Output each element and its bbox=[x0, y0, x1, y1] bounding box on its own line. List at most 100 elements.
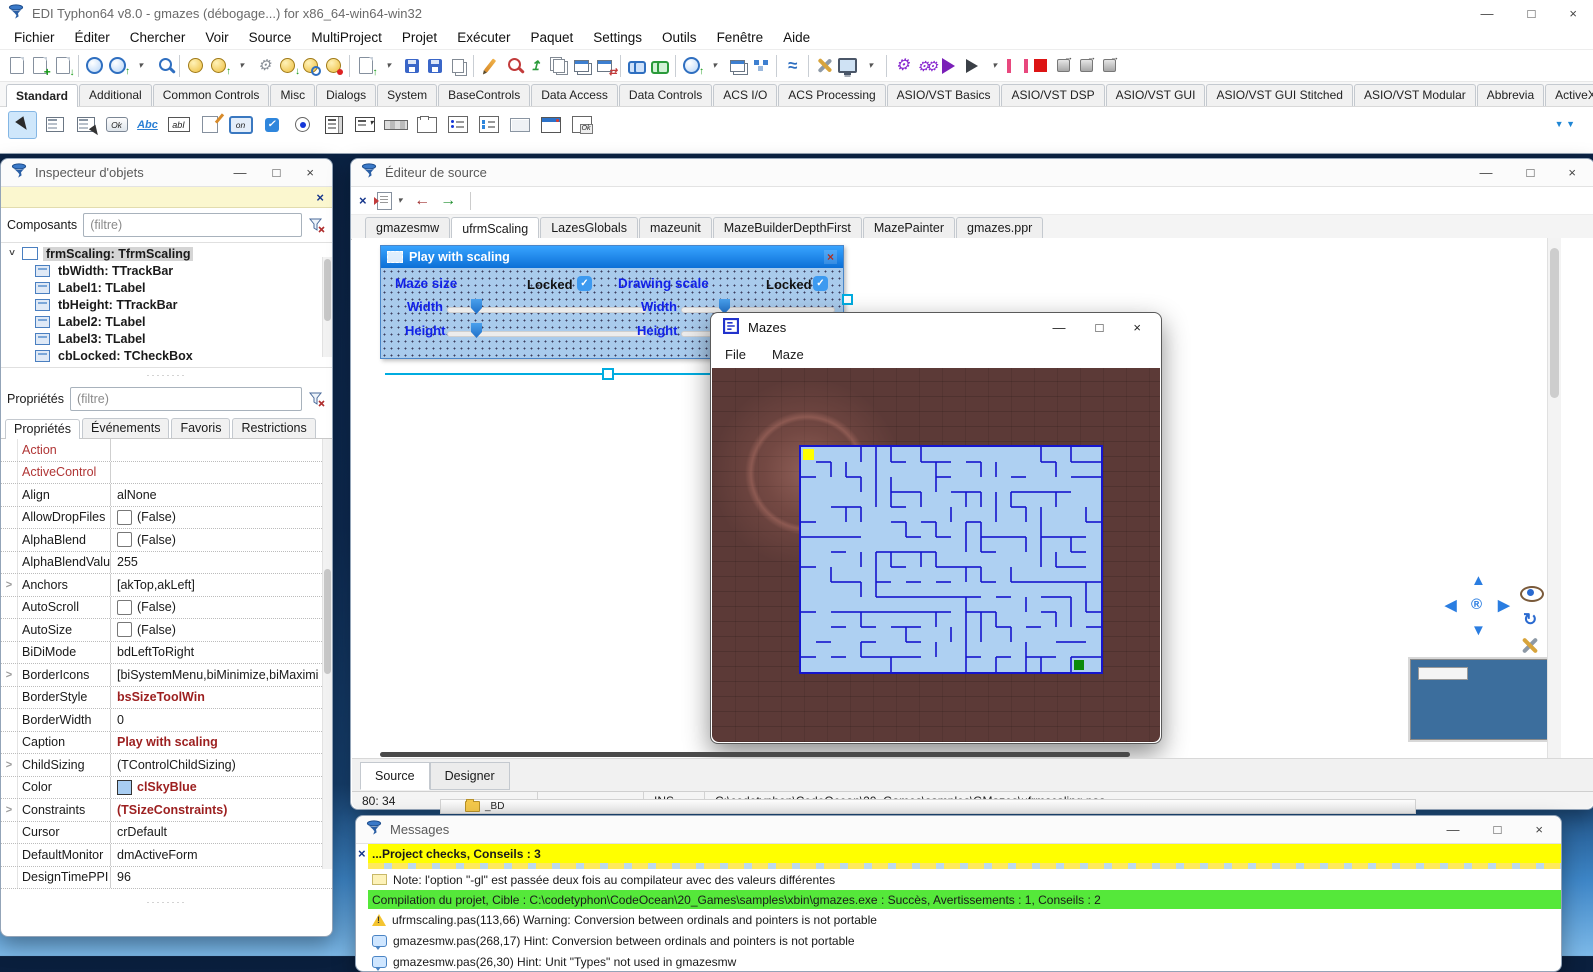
refresh-icon[interactable]: ↻ bbox=[1523, 610, 1537, 630]
expand-arrow-icon[interactable]: > bbox=[1, 754, 18, 776]
dock-close-icon[interactable]: × bbox=[359, 193, 367, 208]
property-value[interactable]: (TSizeConstraints) bbox=[111, 799, 332, 821]
minimize-icon[interactable]: — bbox=[1480, 166, 1493, 179]
property-row[interactable]: Action bbox=[1, 439, 332, 462]
message-row[interactable]: Note: l'option "-gl" est passée deux foi… bbox=[368, 869, 1561, 890]
inspector-tab-restrictions[interactable]: Restrictions bbox=[232, 418, 315, 438]
maximize-icon[interactable]: □ bbox=[273, 166, 281, 179]
cursor-tool-icon[interactable] bbox=[8, 111, 37, 139]
selection-resize-handle[interactable] bbox=[842, 294, 853, 305]
message-row[interactable]: ufrmscaling.pas(113,66) Warning: Convers… bbox=[368, 909, 1561, 930]
step-out-icon[interactable] bbox=[1098, 54, 1121, 78]
tree-item[interactable]: Label2: TLabel bbox=[1, 313, 332, 330]
editor-tab-mazepainter[interactable]: MazePainter bbox=[863, 217, 955, 239]
designed-form-titlebar[interactable]: Play with scaling × bbox=[381, 246, 843, 268]
find-in-files-icon[interactable] bbox=[625, 54, 648, 78]
maximize-icon[interactable]: □ bbox=[1527, 166, 1535, 179]
vertical-scrollbar[interactable] bbox=[1547, 238, 1561, 758]
water-icon[interactable] bbox=[781, 54, 804, 78]
tpopupmenu-icon[interactable] bbox=[72, 112, 99, 138]
palette-tab-asiovstgui[interactable]: ASIO/VST GUI bbox=[1106, 84, 1206, 106]
property-row[interactable]: AlphaBlendValu255 bbox=[1, 552, 332, 575]
palette-tab-activex[interactable]: ActiveX bbox=[1545, 84, 1593, 106]
unit-list-icon[interactable] bbox=[377, 192, 392, 210]
property-value[interactable] bbox=[111, 439, 332, 461]
property-row[interactable]: >ChildSizing(TControlChildSizing) bbox=[1, 754, 332, 777]
palette-tab-abbrevia[interactable]: Abbrevia bbox=[1477, 84, 1544, 106]
property-value[interactable] bbox=[111, 462, 332, 484]
run-parameters-icon[interactable] bbox=[891, 54, 914, 78]
palette-tab-asiovstguistitched[interactable]: ASIO/VST GUI Stitched bbox=[1206, 84, 1353, 106]
property-row[interactable]: BorderWidth0 bbox=[1, 709, 332, 732]
property-row[interactable]: DesignTimePPI96 bbox=[1, 867, 332, 890]
palette-tab-commoncontrols[interactable]: Common Controls bbox=[153, 84, 270, 106]
package-graph-icon[interactable] bbox=[749, 54, 772, 78]
menu-item-fentre[interactable]: Fenêtre bbox=[707, 28, 774, 47]
editor-titlebar[interactable]: Éditeur de source — □ × bbox=[351, 159, 1593, 187]
pause-icon[interactable] bbox=[1006, 54, 1029, 78]
property-value[interactable]: crDefault bbox=[111, 822, 332, 844]
property-row[interactable]: CaptionPlay with scaling bbox=[1, 732, 332, 755]
splitter-handle[interactable]: ········ bbox=[1, 368, 332, 382]
palette-tab-dialogs[interactable]: Dialogs bbox=[316, 84, 376, 106]
tradiobutton-icon[interactable] bbox=[289, 112, 316, 138]
palette-tab-standard[interactable]: Standard bbox=[6, 84, 78, 107]
new-unit-icon[interactable] bbox=[5, 54, 28, 78]
message-row[interactable]: gmazesmw.pas(268,17) Hint: Conversion be… bbox=[368, 930, 1561, 951]
tree-item[interactable]: ˅frmScaling: TfrmScaling bbox=[1, 245, 332, 262]
editor-tab-gmazesmw[interactable]: gmazesmw bbox=[365, 217, 450, 239]
ttogglebox-icon[interactable]: on bbox=[227, 112, 254, 138]
property-value[interactable]: Play with scaling bbox=[111, 732, 332, 754]
horizontal-scrollbar[interactable] bbox=[380, 752, 1130, 757]
save-caret-icon[interactable] bbox=[377, 54, 400, 78]
property-value[interactable]: 255 bbox=[111, 552, 332, 574]
build-mode-caret-icon[interactable] bbox=[703, 54, 726, 78]
step-into-icon[interactable] bbox=[1052, 54, 1075, 78]
property-value[interactable]: (TControlChildSizing) bbox=[111, 754, 332, 776]
property-value[interactable]: alNone bbox=[111, 484, 332, 506]
property-row[interactable]: AlignalNone bbox=[1, 484, 332, 507]
checkbox-unchecked[interactable] bbox=[117, 510, 132, 525]
registration-mark-icon[interactable]: ® bbox=[1471, 596, 1482, 613]
copy-icon[interactable] bbox=[446, 54, 469, 78]
property-value[interactable]: (False) bbox=[111, 597, 332, 619]
menu-item-projet[interactable]: Projet bbox=[392, 28, 447, 47]
run-caret-icon[interactable] bbox=[983, 54, 1006, 78]
navigate-forward-icon[interactable] bbox=[440, 192, 456, 210]
tree-item[interactable]: Label1: TLabel bbox=[1, 279, 332, 296]
property-value[interactable]: (False) bbox=[111, 507, 332, 529]
messages-titlebar[interactable]: Messages — □ × bbox=[356, 816, 1561, 844]
tmainmenu-icon[interactable] bbox=[41, 112, 68, 138]
target-caret-icon[interactable] bbox=[859, 54, 882, 78]
window-list-icon[interactable] bbox=[570, 54, 593, 78]
property-row[interactable]: AllowDropFiles(False) bbox=[1, 507, 332, 530]
menu-item-outils[interactable]: Outils bbox=[652, 28, 707, 47]
inspector-tab-favoris[interactable]: Favoris bbox=[171, 418, 230, 438]
menu-file[interactable]: File bbox=[725, 347, 746, 362]
checkbox-unchecked[interactable] bbox=[117, 622, 132, 637]
editor-tab-ufrmscaling[interactable]: ufrmScaling bbox=[451, 217, 539, 240]
property-row[interactable]: ActiveControl bbox=[1, 462, 332, 485]
eye-icon[interactable] bbox=[1520, 586, 1544, 602]
expand-arrow-icon[interactable]: > bbox=[1, 574, 18, 596]
property-row[interactable]: >BorderIcons[biSystemMenu,biMinimize,biM… bbox=[1, 664, 332, 687]
dock-close-icon[interactable]: × bbox=[316, 190, 324, 205]
palette-tab-asiovstbasics[interactable]: ASIO/VST Basics bbox=[887, 84, 1001, 106]
property-row[interactable]: ColorclSkyBlue bbox=[1, 777, 332, 800]
menu-maze[interactable]: Maze bbox=[772, 347, 804, 362]
tools-icon[interactable] bbox=[1521, 636, 1539, 654]
new-form-icon[interactable] bbox=[28, 54, 51, 78]
expand-arrow-icon[interactable]: > bbox=[1, 664, 18, 686]
maximize-icon[interactable]: □ bbox=[1494, 823, 1502, 836]
property-value[interactable]: 96 bbox=[111, 867, 332, 889]
palette-tab-basecontrols[interactable]: BaseControls bbox=[438, 84, 530, 106]
property-value[interactable]: bdLeftToRight bbox=[111, 642, 332, 664]
locked-checkbox[interactable]: ✓ bbox=[813, 276, 828, 291]
close-icon[interactable]: × bbox=[1535, 823, 1543, 836]
grid-scrollbar[interactable] bbox=[324, 569, 331, 674]
tree-item[interactable]: tbHeight: TTrackBar bbox=[1, 296, 332, 313]
minimize-icon[interactable]: — bbox=[1447, 823, 1460, 836]
checkbox-unchecked[interactable] bbox=[117, 532, 132, 547]
tree-item[interactable]: cbLocked: TCheckBox bbox=[1, 347, 332, 364]
menu-item-fichier[interactable]: Fichier bbox=[4, 28, 65, 47]
